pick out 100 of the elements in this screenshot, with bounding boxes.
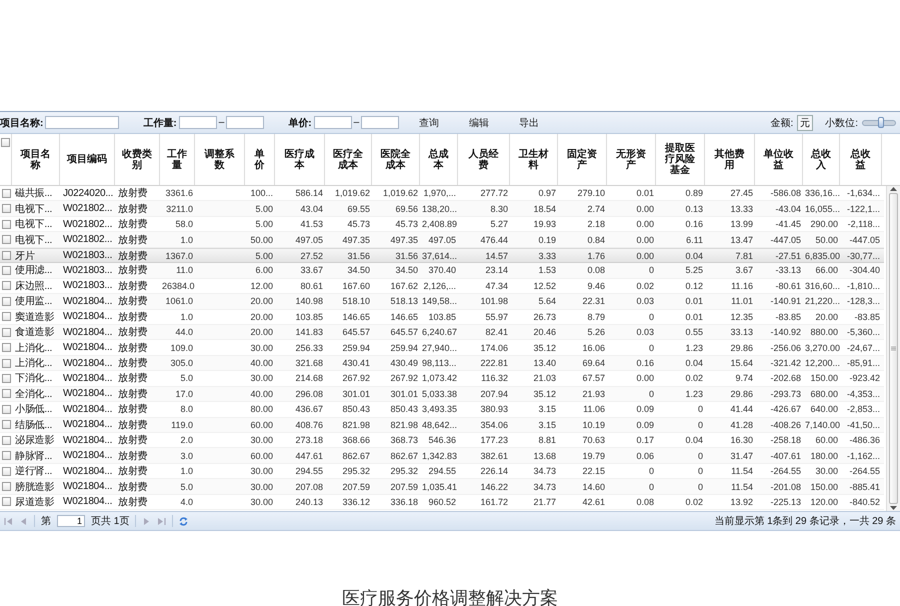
table-cell-text: 146.65 — [341, 312, 371, 322]
column-header[interactable]: 项目编码 — [60, 134, 115, 185]
table-cell-text: 11.54 — [730, 466, 754, 476]
column-header[interactable]: 总收入 — [803, 134, 840, 185]
table-row[interactable]: 电视下... W021802... 放射费 3211.0 5.00 43.04 69.55 69.56 138,20... 8.30 18.54 2.74 0.00 0.13 13.33 -43.04 16,055... -122,1... — [0, 201, 884, 217]
max-field[interactable] — [226, 116, 264, 129]
unit-selector[interactable]: 元 — [797, 114, 814, 130]
table-row[interactable]: 逆行肾... W021804... 放射费 1.0 30.00 294.55 295.32 295.32 294.55 226.14 34.73 22.15 0 0 11.54 -264.55 30.00 -264.55 — [0, 464, 884, 480]
column-header[interactable]: 卫生材料 — [510, 134, 558, 185]
checkbox[interactable] — [2, 296, 10, 306]
checkbox[interactable] — [2, 420, 10, 430]
column-header[interactable]: 项目名称 — [12, 134, 60, 185]
column-header[interactable]: 提取医疗风险基金 — [656, 134, 705, 185]
checkbox[interactable] — [2, 482, 10, 492]
table-cell-text: 13.92 — [729, 496, 754, 507]
table-row[interactable]: 小肠低... W021804... 放射费 8.0 80.00 436.67 850.43 850.43 3,493.35 380.93 3.15 11.06 0.09 0 41.44 -426.67 640.00 -2,853... — [0, 402, 884, 418]
column-header[interactable]: 其他费用 — [705, 134, 755, 185]
checkbox[interactable] — [2, 220, 10, 229]
table-cell-text: 20.00 — [249, 296, 274, 306]
table-row[interactable]: 结肠低... W021804... 放射费 119.0 60.00 408.76 821.98 821.98 48,642... 354.06 3.15 10.19 0.09 0 41.28 -408.26 7,140.00 -41,50... — [0, 418, 884, 433]
table-row[interactable]: 全消化... W021804... 放射费 17.0 40.00 296.08 301.01 301.01 5,033.38 207.94 35.12 21.93 0 1.23 29.86 -293.73 680.00 -4,353... — [0, 386, 884, 402]
table-cell-text: 174.06 — [479, 342, 509, 353]
next-page-icon[interactable] — [142, 516, 152, 526]
last-page-icon[interactable] — [157, 516, 166, 526]
column-header[interactable]: 无形资产 — [607, 134, 656, 185]
table-cell-text: 222.81 — [479, 358, 509, 368]
column-header[interactable]: 人员经费 — [458, 134, 510, 185]
table-cell-text: 0.09 — [635, 420, 655, 430]
toolbar-button[interactable]: 查询 — [413, 114, 446, 132]
table-cell-text: 518.13 — [389, 296, 419, 306]
column-header[interactable]: 医疗成本 — [275, 134, 325, 185]
table-row[interactable]: 牙片 W021803... 放射费 1367.0 5.00 27.52 31.56 31.56 37,614... 14.57 3.33 1.76 0.00 0.04 7.81 -27.51 6,835.00 -30,77... — [0, 248, 884, 264]
table-row[interactable]: 电视下... W021802... 放射费 1.0 50.00 497.05 497.35 497.35 497.05 476.44 0.19 0.84 0.00 6.11 13.47 -447.05 50.00 -447.05 — [0, 232, 884, 248]
table-cell-text: 0 — [648, 265, 655, 276]
table-cell-text: W021804... — [62, 404, 114, 415]
table-cell-text: 5.00 — [254, 204, 274, 214]
checkbox[interactable] — [2, 328, 10, 337]
checkbox[interactable] — [2, 436, 10, 445]
scrollbar[interactable] — [886, 186, 900, 511]
table-row[interactable]: 上消化... W021804... 放射费 109.0 30.00 256.33 259.94 259.94 27,940... 174.06 35.12 16.06 0 1.23 29.86 -256.06 3,270.00 -24,67... — [0, 340, 884, 356]
column-header[interactable]: 调整系数 — [195, 134, 245, 185]
checkbox[interactable] — [2, 374, 10, 383]
column-header[interactable]: 医疗全成本 — [325, 134, 372, 185]
column-header[interactable]: 医院全成本 — [372, 134, 420, 185]
table-cell-text: 336,16... — [804, 188, 840, 198]
checkbox[interactable] — [1, 138, 10, 147]
checkbox[interactable] — [2, 451, 10, 460]
checkbox[interactable] — [2, 188, 10, 198]
table-row[interactable]: 静脉肾... W021804... 放射费 3.0 60.00 447.61 862.67 862.67 1,342.83 382.61 13.68 19.79 0.06 0 31.47 -407.61 180.00 -1,162... — [0, 448, 884, 464]
table-row[interactable]: 电视下... W021802... 放射费 58.0 5.00 41.53 45.73 45.73 2,408.89 5.27 19.93 2.18 0.00 0.16 13.99 -41.45 290.00 -2,118... — [0, 216, 884, 232]
toolbar-button[interactable]: 编辑 — [463, 114, 496, 132]
page-input[interactable]: 1 — [57, 515, 85, 527]
column-header[interactable]: 单位收益 — [755, 134, 803, 185]
checkbox[interactable] — [2, 404, 10, 414]
scroll-thumb[interactable] — [889, 193, 898, 504]
checkbox[interactable] — [2, 466, 10, 476]
table-row[interactable]: 膀胱造影 W021804... 放射费 5.0 30.00 207.08 207.59 207.59 1,035.41 146.22 34.73 14.60 0 0 11.54 -201.08 150.00 -885.41 — [0, 479, 884, 495]
slider-thumb[interactable] — [878, 116, 884, 128]
table-row[interactable]: 磁共振... J0224020... 放射费 3361.6 100... 586.14 1,019.62 1,019.62 1,970,... 277.72 0.97 279.10 0.01 0.89 27.45 -586.08 336,16... -1,634... — [0, 186, 884, 202]
table-row[interactable]: 使用监... W021804... 放射费 1061.0 20.00 140.98 518.10 518.13 149,58... 101.98 5.64 22.31 0.03 0.01 11.01 -140.91 21,220... -128,3... — [0, 294, 884, 310]
column-header[interactable]: 总收益 — [840, 134, 882, 185]
checkbox[interactable] — [2, 251, 10, 260]
table-cell-text: 100... — [249, 188, 274, 198]
min-field[interactable] — [314, 116, 352, 129]
table-cell-text: -33.13 — [774, 265, 802, 276]
table-cell-text: 13.68 — [532, 450, 557, 461]
table-cell-text: -83.85 — [853, 312, 881, 322]
table-row[interactable]: 窦道造影 W021804... 放射费 1.0 20.00 103.85 146.65 146.65 103.85 55.97 26.73 8.79 0 0.01 12.35 -83.85 20.00 -83.85 — [0, 310, 884, 325]
checkbox[interactable] — [2, 235, 10, 244]
table-row[interactable]: 使用滤... W021803... 放射费 11.0 6.00 33.67 34.50 34.50 370.40 23.14 1.53 0.08 0 5.25 3.67 -33.13 66.00 -304.40 — [0, 263, 884, 279]
checkbox[interactable] — [2, 343, 10, 352]
min-field[interactable] — [178, 116, 217, 129]
max-field[interactable] — [361, 116, 400, 129]
checkbox[interactable] — [2, 497, 10, 506]
toolbar-button[interactable]: 导出 — [513, 114, 546, 132]
table-row[interactable]: 床边照... W021803... 放射费 26384.0 12.00 80.61 167.60 167.62 2,126,... 47.34 12.52 9.46 0.02 0.12 11.16 -80.61 316,60... -1,810... — [0, 278, 884, 294]
decimals-label: 小数位: — [825, 116, 858, 130]
table-row[interactable]: 泌尿造影 W021804... 放射费 2.0 30.00 273.18 368.66 368.73 546.36 177.23 8.81 70.63 0.17 0.04 16.30 -258.18 60.00 -486.36 — [0, 433, 884, 448]
checkbox[interactable] — [2, 358, 10, 368]
column-header[interactable]: 总成本 — [420, 134, 458, 185]
table-cell-text: 放射费 — [117, 388, 148, 401]
table-cell-text: 267.92 — [389, 373, 419, 384]
column-header[interactable]: 单价 — [245, 134, 275, 185]
table-row[interactable]: 尿道造影 W021804... 放射费 4.0 30.00 240.13 336.12 336.18 960.52 161.72 21.77 42.61 0.08 0.02 13.92 -225.13 120.00 -840.52 — [0, 494, 884, 510]
first-page-icon[interactable] — [4, 516, 13, 526]
checkbox[interactable] — [2, 204, 10, 214]
column-header[interactable]: 工作量 — [160, 134, 195, 185]
checkbox[interactable] — [2, 312, 10, 322]
table-row[interactable]: 食道造影 W021804... 放射费 44.0 20.00 141.83 645.57 645.57 6,240.67 82.41 20.46 5.26 0.03 0.55 33.13 -140.92 880.00 -5,360... — [0, 324, 884, 340]
checkbox[interactable] — [2, 281, 10, 290]
table-row[interactable]: 上消化... W021804... 放射费 305.0 40.00 321.68 430.41 430.49 98,113... 222.81 13.40 69.64 0.16 0.04 15.64 -321.42 12,200... -85,91... — [0, 356, 884, 372]
column-header[interactable]: 固定资产 — [558, 134, 607, 185]
refresh-icon[interactable] — [179, 516, 188, 526]
previous-page-icon[interactable] — [19, 516, 28, 526]
checkbox[interactable] — [2, 266, 10, 275]
text-field[interactable] — [45, 116, 120, 129]
checkbox[interactable] — [2, 389, 10, 398]
column-header[interactable]: 收费类别 — [115, 134, 160, 185]
table-row[interactable]: 下消化... W021804... 放射费 5.0 30.00 214.68 267.92 267.92 1,073.42 116.32 21.03 67.57 0.00 0.02 9.74 -202.68 150.00 -923.42 — [0, 371, 884, 387]
table-cell-text: 380.93 — [479, 404, 509, 414]
